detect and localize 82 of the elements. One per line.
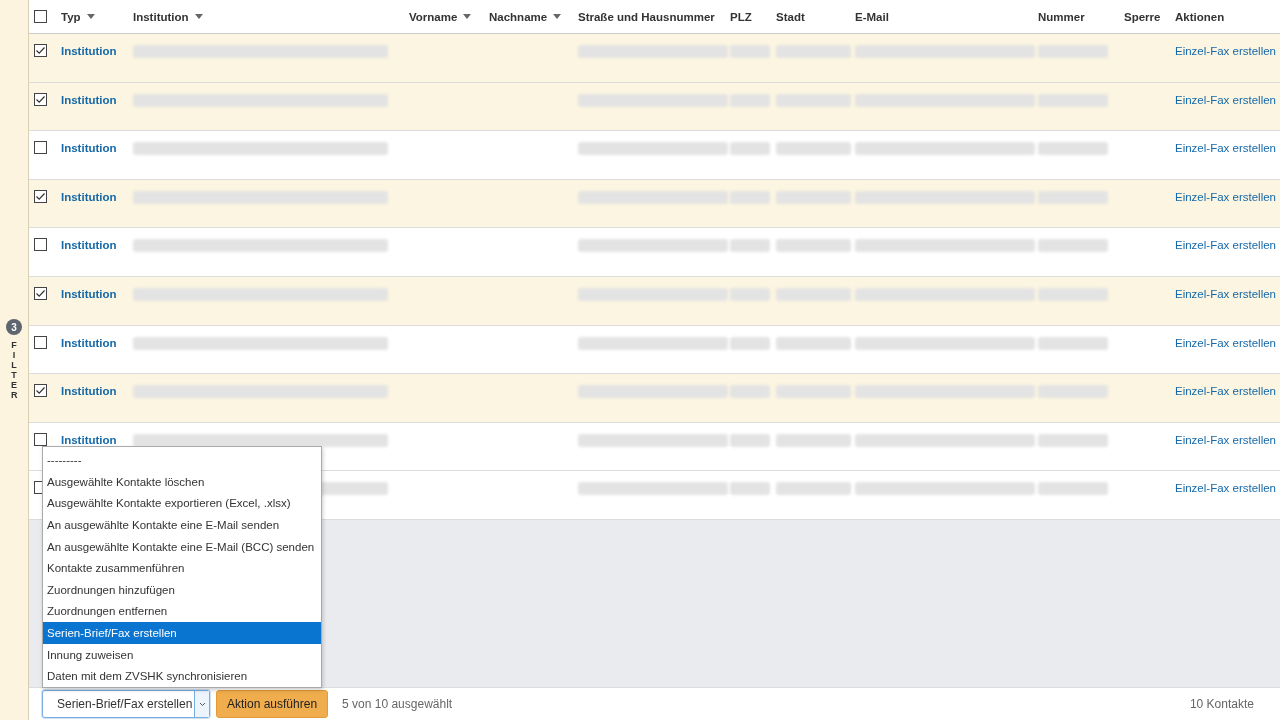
blurred-text <box>730 93 770 107</box>
contact-type-link[interactable]: Institution <box>61 287 117 300</box>
blurred-text <box>730 482 770 496</box>
contact-type-link[interactable]: Institution <box>61 45 117 57</box>
fax-link[interactable]: Einzel-Fax erstellen <box>1175 433 1276 446</box>
fax-link[interactable]: Einzel-Fax erstellen <box>1175 385 1276 398</box>
checkbox[interactable] <box>34 286 47 300</box>
blurred-text <box>730 385 770 399</box>
checkbox[interactable] <box>34 141 47 155</box>
blurred-text <box>730 287 770 301</box>
contact-type-link[interactable]: Institution <box>61 433 117 446</box>
blurred-text <box>1038 385 1108 399</box>
menu-option[interactable]: Kontakte zusammenführen <box>43 557 321 580</box>
fax-link[interactable]: Einzel-Fax erstellen <box>1175 336 1276 349</box>
fax-link[interactable]: Einzel-Fax erstellen <box>1175 239 1276 252</box>
blurred-text <box>1038 287 1108 301</box>
contact-type-link[interactable]: Institution <box>61 190 117 203</box>
menu-option[interactable]: Innung zuweisen <box>43 643 321 666</box>
column-header: Aktionen <box>1175 10 1225 23</box>
menu-option[interactable]: Ausgewählte Kontakte exportieren (Excel, .xlsx) <box>43 492 321 515</box>
column-header: PLZ <box>730 10 752 23</box>
contact-type-link[interactable]: Institution <box>61 336 117 349</box>
checkbox[interactable] <box>34 10 47 23</box>
menu-option[interactable]: Zuordnungen entfernen <box>43 600 321 623</box>
column-header[interactable]: Typ <box>61 10 81 23</box>
blurred-text <box>730 142 770 156</box>
run-action-button[interactable]: Aktion ausführen <box>216 690 329 718</box>
contact-type-link[interactable]: Institution <box>61 142 117 155</box>
menu-option[interactable]: An ausgewählte Kontakte eine E-Mail (BCC) senden <box>43 535 321 558</box>
fax-link[interactable]: Einzel-Fax erstellen <box>1175 45 1276 57</box>
checkbox[interactable] <box>34 92 47 106</box>
contact-type-link[interactable]: Institution <box>61 93 117 106</box>
contact-type-link[interactable]: Institution <box>61 385 117 398</box>
sort-caret-icon[interactable] <box>194 14 203 19</box>
selection-count: 5 von 10 ausgewählt <box>342 697 453 711</box>
caret-icon <box>198 701 206 707</box>
blurred-text <box>1038 93 1108 107</box>
fax-link[interactable]: Einzel-Fax erstellen <box>1175 190 1276 203</box>
menu-option[interactable]: An ausgewählte Kontakte eine E-Mail senden <box>43 514 321 536</box>
sort-caret-icon[interactable] <box>86 14 95 19</box>
fax-link[interactable]: Einzel-Fax erstellen <box>1175 142 1276 155</box>
menu-option[interactable]: --------- <box>43 449 321 472</box>
column-header[interactable]: Institution <box>133 10 189 23</box>
blurred-text <box>730 190 770 204</box>
column-header: Stadt <box>776 10 805 23</box>
column-header: Sperre <box>1124 10 1161 23</box>
checkbox[interactable] <box>34 335 47 349</box>
menu-option[interactable]: Ausgewählte Kontakte löschen <box>43 471 321 493</box>
blurred-text <box>1038 336 1108 350</box>
column-header[interactable]: Vorname <box>409 10 458 23</box>
checkbox[interactable] <box>34 238 47 252</box>
contact-total: 10 Kontakte <box>1189 697 1254 711</box>
sort-caret-icon[interactable] <box>553 14 562 19</box>
checkbox[interactable] <box>34 189 47 203</box>
column-header: Nummer <box>1038 10 1085 23</box>
fax-link[interactable]: Einzel-Fax erstellen <box>1175 93 1276 106</box>
sort-caret-icon[interactable] <box>463 14 472 19</box>
blurred-text <box>730 239 770 253</box>
column-header: E-Mail <box>855 10 889 23</box>
menu-option[interactable]: Zuordnungen hinzufügen <box>43 579 321 601</box>
blurred-text <box>730 336 770 350</box>
column-header[interactable]: Nachname <box>489 10 548 23</box>
checkbox[interactable] <box>34 432 47 446</box>
fax-link[interactable]: Einzel-Fax erstellen <box>1175 287 1276 300</box>
column-header: Straße und Hausnummer <box>578 10 715 23</box>
blurred-text <box>1038 142 1108 156</box>
filter-toggle[interactable]: FILTER <box>11 341 17 401</box>
filter-count-badge: 3 <box>6 319 22 336</box>
checkbox[interactable] <box>34 384 47 398</box>
blurred-text <box>1038 433 1108 447</box>
blurred-text <box>1038 45 1108 58</box>
blurred-text <box>1038 239 1108 253</box>
blurred-text <box>1038 190 1108 204</box>
fax-link[interactable]: Einzel-Fax erstellen <box>1175 482 1276 495</box>
blurred-text <box>730 433 770 447</box>
menu-option[interactable]: Serien-Brief/Fax erstellen <box>43 622 321 644</box>
contact-type-link[interactable]: Institution <box>61 239 117 252</box>
checkbox[interactable] <box>34 44 47 57</box>
blurred-text <box>730 45 770 58</box>
blurred-text <box>1038 482 1108 496</box>
action-select[interactable]: Serien-Brief/Fax erstellen <box>42 690 210 718</box>
menu-option[interactable]: Daten mit dem ZVSHK synchronisieren <box>43 665 321 687</box>
